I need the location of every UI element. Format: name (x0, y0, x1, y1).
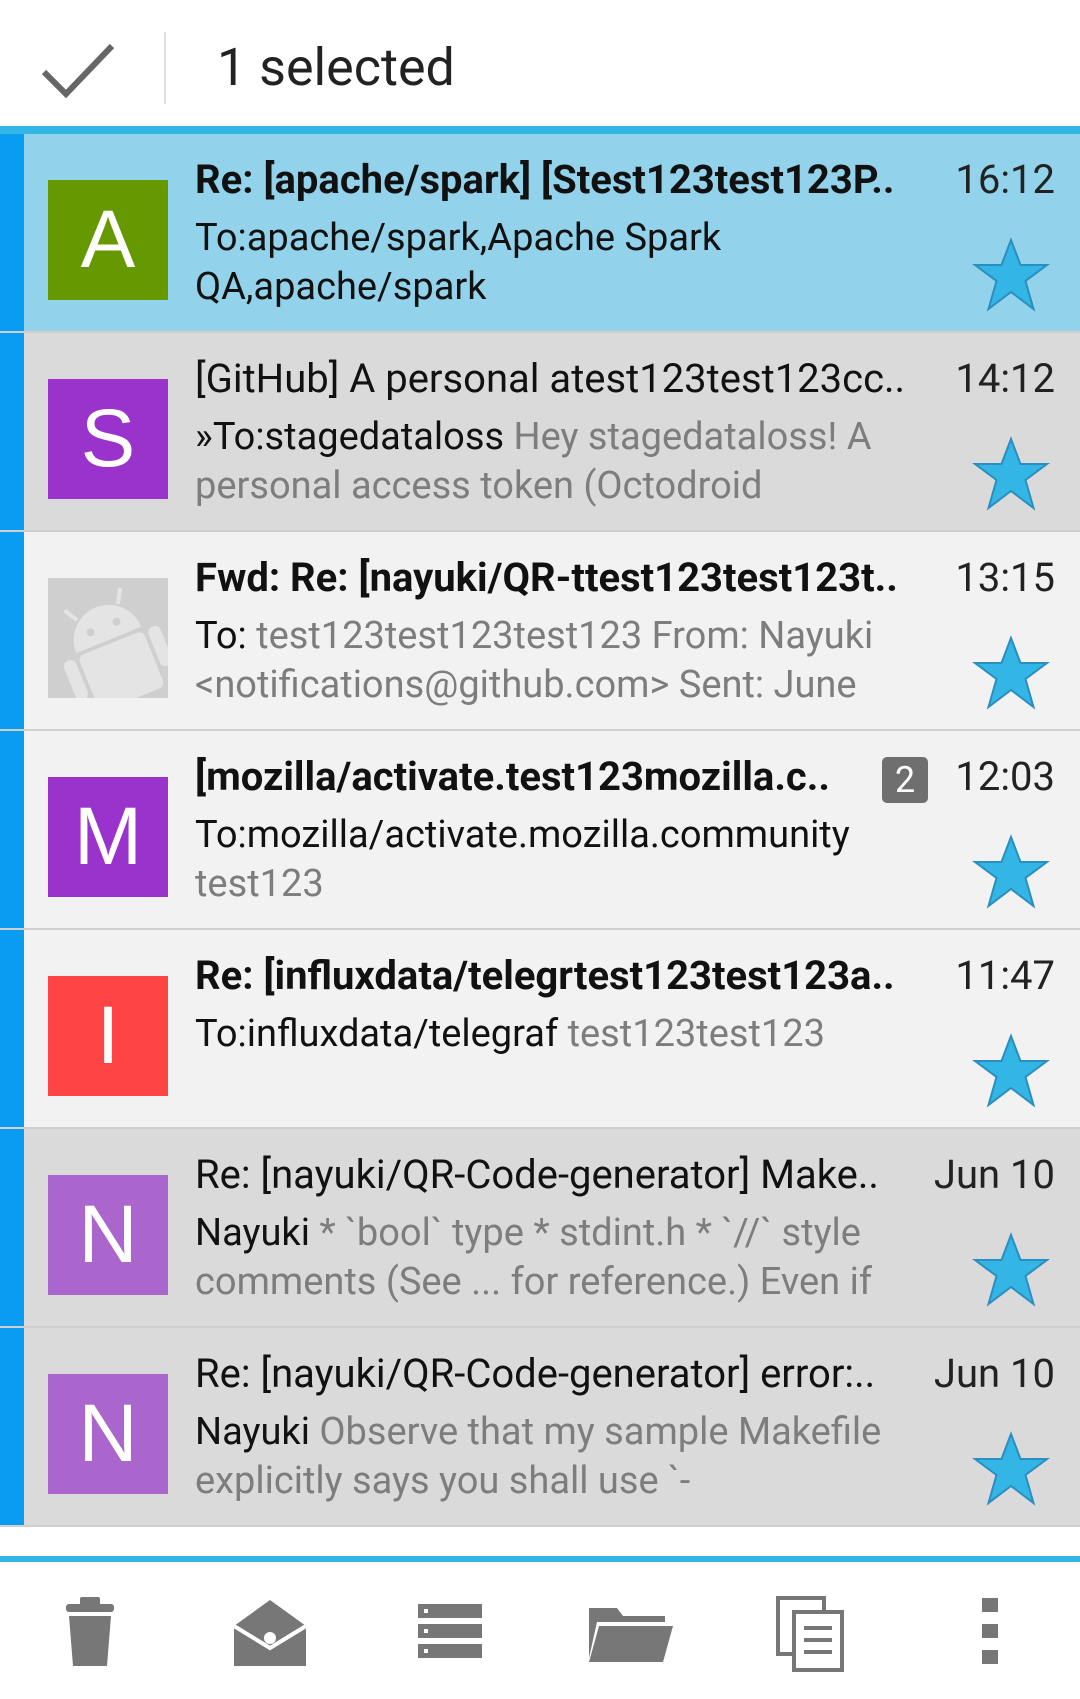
message-snippet: test123test123test123 From: Nayuki <noti… (195, 614, 874, 707)
overflow-menu-icon[interactable] (955, 1592, 1035, 1672)
message-preview: To:mozilla/activate.mozilla.community te… (195, 811, 955, 909)
avatar[interactable]: A (48, 180, 168, 300)
message-row[interactable]: N Re: [nayuki/QR-Code-generator] Make.. … (0, 1129, 1080, 1328)
message-preview: »To:stagedataloss Hey stagedataloss! A p… (195, 413, 955, 511)
archive-icon[interactable] (410, 1592, 490, 1672)
message-row[interactable]: S [GitHub] A personal atest123test123cc.… (0, 333, 1080, 532)
message-preview: Nayuki Observe that my sample Makefile e… (195, 1408, 955, 1506)
copy-icon[interactable] (772, 1592, 852, 1672)
message-time: 16:12 (955, 156, 1055, 203)
message-recipient: To:apache/spark,Apache Spark QA,apache/s… (195, 216, 722, 309)
message-recipient: To: (195, 614, 247, 658)
message-subject: Re: [apache/spark] [Stest123test123P.. (195, 156, 895, 203)
message-preview: To:apache/spark,Apache Spark QA,apache/s… (195, 214, 955, 312)
thread-count-badge: 2 (882, 757, 928, 803)
android-placeholder-avatar-icon[interactable] (48, 578, 168, 698)
move-folder-icon[interactable] (585, 1592, 673, 1672)
message-list: A Re: [apache/spark] [Stest123test123P..… (0, 134, 1080, 1534)
avatar[interactable]: S (48, 379, 168, 499)
account-color-bar (0, 930, 24, 1127)
message-time: 14:12 (955, 355, 1055, 402)
account-color-bar (0, 333, 24, 530)
message-time: 13:15 (955, 554, 1055, 601)
message-row[interactable]: M [mozilla/activate.test123mozilla.c.. 2… (0, 731, 1080, 930)
avatar[interactable]: I (48, 976, 168, 1096)
action-bar: 1 selected (0, 0, 1080, 134)
message-snippet: test123test123 (558, 1012, 825, 1056)
message-subject: [GitHub] A personal atest123test123cc.. (195, 355, 906, 402)
avatar[interactable]: N (48, 1175, 168, 1295)
done-check-icon[interactable] (36, 30, 126, 110)
account-color-bar (0, 1129, 24, 1326)
account-color-bar (0, 731, 24, 928)
message-preview: Nayuki * `bool` type * stdint.h * `//` s… (195, 1209, 955, 1307)
message-row[interactable]: I Re: [influxdata/telegrtest123test123a.… (0, 930, 1080, 1129)
message-row[interactable]: Fwd: Re: [nayuki/QR-ttest123test123t.. 1… (0, 532, 1080, 731)
account-color-bar (0, 532, 24, 729)
message-time: 12:03 (955, 753, 1055, 800)
star-icon[interactable] (971, 1232, 1051, 1308)
mark-read-icon[interactable] (230, 1592, 310, 1672)
account-color-bar (0, 1328, 24, 1525)
selection-count-title: 1 selected (217, 37, 455, 98)
message-snippet: test123 (195, 862, 324, 906)
message-time: Jun 10 (933, 1151, 1055, 1198)
star-icon[interactable] (971, 237, 1051, 313)
message-subject: Re: [influxdata/telegrtest123test123a.. (195, 952, 895, 999)
avatar[interactable]: N (48, 1374, 168, 1494)
bottom-action-bar (0, 1556, 1080, 1699)
action-bar-divider (164, 32, 166, 104)
message-row[interactable]: N Re: [nayuki/QR-Code-generator] error:.… (0, 1328, 1080, 1527)
star-icon[interactable] (971, 1033, 1051, 1109)
message-preview: To: test123test123test123 From: Nayuki <… (195, 612, 955, 710)
star-icon[interactable] (971, 635, 1051, 711)
star-icon[interactable] (971, 834, 1051, 910)
message-row[interactable]: A Re: [apache/spark] [Stest123test123P..… (0, 134, 1080, 333)
message-time: Jun 10 (933, 1350, 1055, 1397)
avatar[interactable]: M (48, 777, 168, 897)
message-recipient: To:influxdata/telegraf (195, 1012, 559, 1056)
message-subject: Re: [nayuki/QR-Code-generator] Make.. (195, 1151, 879, 1198)
account-color-bar (0, 134, 24, 331)
message-preview: To:influxdata/telegraf test123test123 (195, 1010, 955, 1059)
star-icon[interactable] (971, 1431, 1051, 1507)
message-recipient: »To:stagedataloss (195, 415, 505, 459)
message-subject: Re: [nayuki/QR-Code-generator] error:.. (195, 1350, 876, 1397)
message-recipient: To:mozilla/activate.mozilla.community (195, 813, 850, 857)
message-subject: [mozilla/activate.test123mozilla.c.. (195, 753, 830, 800)
message-recipient: Nayuki (195, 1211, 310, 1255)
message-time: 11:47 (955, 952, 1055, 999)
message-recipient: Nayuki (195, 1410, 310, 1454)
delete-icon[interactable] (50, 1592, 130, 1672)
message-subject: Fwd: Re: [nayuki/QR-ttest123test123t.. (195, 554, 898, 601)
star-icon[interactable] (971, 436, 1051, 512)
